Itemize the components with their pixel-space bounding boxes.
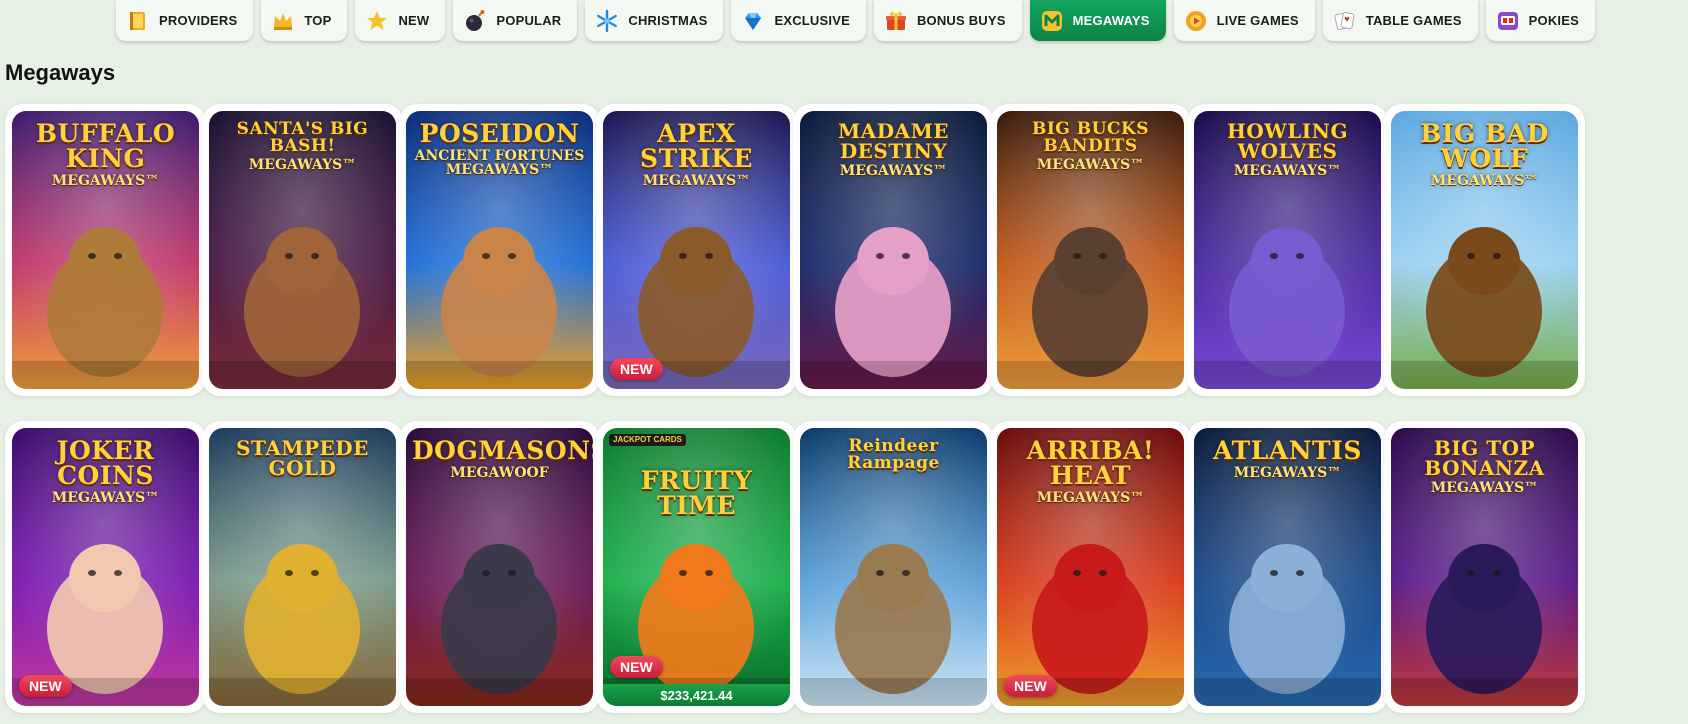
new-badge: NEW [1004, 675, 1057, 697]
game-card-big-top-bonanza[interactable]: BIG TOP BONANZA MEGAWAYS™ [1384, 421, 1585, 713]
game-grid: BUFFALO KING MEGAWAYS™ SANTA'S BIG BASH! ME… [0, 0, 1688, 724]
game-thumbnail: STAMPEDE GOLD [209, 428, 396, 706]
game-title: FRUITY TIME [640, 466, 753, 520]
game-thumbnail: SANTA'S BIG BASH! MEGAWAYS™ [209, 111, 396, 389]
game-card-apex-strike[interactable]: APEX STRIKE MEGAWAYS™ NEW [596, 104, 797, 396]
game-subtitle: MEGAWAYS™ [51, 173, 160, 189]
game-logo: HOWLING WOLVES MEGAWAYS™ [1200, 121, 1375, 178]
game-logo: BIG BAD WOLF MEGAWAYS™ [1397, 121, 1572, 188]
game-title: JOKER COINS [56, 436, 155, 490]
game-title: HOWLING WOLVES [1226, 119, 1349, 163]
game-title: SANTA'S BIG BASH! [236, 119, 369, 156]
game-logo: Reindeer Rampage [806, 438, 981, 472]
game-title: MADAME DESTINY [838, 119, 949, 163]
game-thumbnail: BIG TOP BONANZA MEGAWAYS™ [1391, 428, 1578, 706]
game-thumbnail: FRUITY TIME JACKPOT CARDS $233,421.44 NEW [603, 428, 790, 706]
game-thumbnail: POSEIDON ANCIENT FORTUNES MEGAWAYS™ [406, 111, 593, 389]
game-thumbnail: BIG BUCKS BANDITS MEGAWAYS™ [997, 111, 1184, 389]
game-title: STAMPEDE GOLD [236, 436, 369, 480]
game-thumbnail: ARRIBA! HEAT MEGAWAYS™ NEW [997, 428, 1184, 706]
game-title: ARRIBA! HEAT [1026, 436, 1155, 490]
game-card-dogmasons[interactable]: DOGMASONS MEGAWOOF [399, 421, 600, 713]
game-title: BIG TOP BONANZA [1424, 436, 1545, 480]
game-logo: BIG TOP BONANZA MEGAWAYS™ [1397, 438, 1572, 495]
game-logo: BIG BUCKS BANDITS MEGAWAYS™ [1003, 119, 1178, 173]
game-title: ATLANTIS [1213, 436, 1362, 465]
game-logo: STAMPEDE GOLD [215, 438, 390, 478]
jackpot-cards-tag: JACKPOT CARDS [609, 434, 686, 447]
game-card-big-bucks-bandits[interactable]: BIG BUCKS BANDITS MEGAWAYS™ [990, 104, 1191, 396]
game-subtitle: MEGAWAYS™ [51, 490, 160, 506]
game-card-fruity-time[interactable]: FRUITY TIME JACKPOT CARDS $233,421.44 NEW [596, 421, 797, 713]
game-card-santa-s-big-bash[interactable]: SANTA'S BIG BASH! MEGAWAYS™ [202, 104, 403, 396]
game-thumbnail: BUFFALO KING MEGAWAYS™ [12, 111, 199, 389]
game-subtitle: MEGAWAYS™ [1036, 157, 1145, 173]
game-thumbnail: BIG BAD WOLF MEGAWAYS™ [1391, 111, 1578, 389]
game-thumbnail: Reindeer Rampage [800, 428, 987, 706]
game-subtitle: MEGAWAYS™ [642, 173, 751, 189]
game-logo: DOGMASONS MEGAWOOF [412, 436, 593, 481]
game-subtitle: MEGAWAYS™ [248, 157, 357, 173]
new-badge: NEW [610, 358, 663, 380]
game-title: APEX STRIKE [640, 119, 753, 173]
game-card-madame-destiny[interactable]: MADAME DESTINY MEGAWAYS™ [793, 104, 994, 396]
game-logo: MADAME DESTINY MEGAWAYS™ [806, 121, 981, 178]
game-card-atlantis[interactable]: ATLANTIS MEGAWAYS™ [1187, 421, 1388, 713]
game-subtitle: MEGAWOOF [450, 465, 549, 481]
game-card-howling-wolves[interactable]: HOWLING WOLVES MEGAWAYS™ [1187, 104, 1388, 396]
game-thumbnail: JOKER COINS MEGAWAYS™ NEW [12, 428, 199, 706]
game-title: Reindeer Rampage [847, 436, 940, 473]
game-subtitle: MEGAWAYS™ [1430, 173, 1539, 189]
game-card-arriba-heat[interactable]: ARRIBA! HEAT MEGAWAYS™ NEW [990, 421, 1191, 713]
game-card-poseidon[interactable]: POSEIDON ANCIENT FORTUNES MEGAWAYS™ [399, 104, 600, 396]
game-logo: JOKER COINS MEGAWAYS™ [18, 438, 193, 505]
game-thumbnail: DOGMASONS MEGAWOOF [406, 428, 593, 706]
game-subtitle: MEGAWAYS™ [1233, 163, 1342, 179]
game-logo: SANTA'S BIG BASH! MEGAWAYS™ [215, 119, 390, 173]
game-title: BIG BUCKS BANDITS [1031, 119, 1150, 156]
game-card-big-bad-wolf[interactable]: BIG BAD WOLF MEGAWAYS™ [1384, 104, 1585, 396]
game-logo: ATLANTIS MEGAWAYS™ [1200, 438, 1375, 480]
game-card-reindeer-rampage[interactable]: Reindeer Rampage [793, 421, 994, 713]
game-subtitle: MEGAWAYS™ [1233, 465, 1342, 481]
game-thumbnail: HOWLING WOLVES MEGAWAYS™ [1194, 111, 1381, 389]
game-logo: FRUITY TIME [609, 468, 784, 518]
game-subtitle: MEGAWAYS™ [839, 163, 948, 179]
game-thumbnail: ATLANTIS MEGAWAYS™ [1194, 428, 1381, 706]
game-subtitle: ANCIENT FORTUNES MEGAWAYS™ [414, 148, 585, 178]
jackpot-amount: $233,421.44 [603, 684, 790, 706]
game-logo: POSEIDON ANCIENT FORTUNES MEGAWAYS™ [412, 121, 587, 177]
game-thumbnail: MADAME DESTINY MEGAWAYS™ [800, 111, 987, 389]
game-logo: ARRIBA! HEAT MEGAWAYS™ [1003, 438, 1178, 505]
game-title: BIG BAD WOLF [1420, 119, 1549, 173]
game-title: BUFFALO KING [35, 119, 176, 173]
new-badge: NEW [610, 656, 663, 678]
new-badge: NEW [19, 675, 72, 697]
game-title: POSEIDON [419, 119, 580, 148]
game-card-stampede-gold[interactable]: STAMPEDE GOLD [202, 421, 403, 713]
game-logo: APEX STRIKE MEGAWAYS™ [609, 121, 784, 188]
game-title: DOGMASONS [412, 436, 593, 465]
game-card-joker-coins[interactable]: JOKER COINS MEGAWAYS™ NEW [5, 421, 206, 713]
game-thumbnail: APEX STRIKE MEGAWAYS™ NEW [603, 111, 790, 389]
game-card-buffalo-king[interactable]: BUFFALO KING MEGAWAYS™ [5, 104, 206, 396]
game-logo: BUFFALO KING MEGAWAYS™ [18, 121, 193, 188]
game-subtitle: MEGAWAYS™ [1430, 480, 1539, 496]
game-subtitle: MEGAWAYS™ [1036, 490, 1145, 506]
